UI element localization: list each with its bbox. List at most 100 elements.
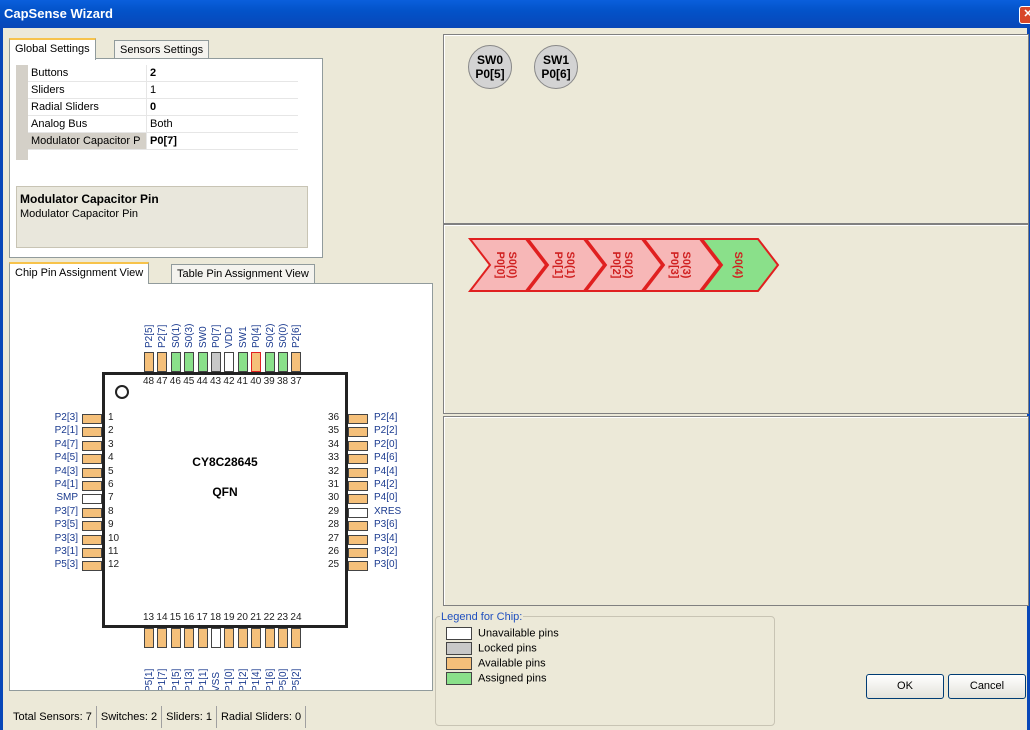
- chip-pin[interactable]: [144, 352, 154, 372]
- chip-pin[interactable]: [348, 494, 368, 505]
- chip-pin[interactable]: [348, 521, 368, 532]
- chip-pin[interactable]: [82, 454, 102, 465]
- chip-view-panel: CY8C28645 QFN 48 P2[5] 13 P5[1] 1 P2[3] 36 P2[4…: [9, 283, 433, 691]
- property-value[interactable]: 0: [146, 98, 298, 116]
- chip-pin[interactable]: [170, 352, 181, 372]
- pin-number: 33: [328, 452, 340, 464]
- pin-number: 41: [236, 376, 248, 387]
- property-value[interactable]: 1: [146, 81, 298, 99]
- chip-pin[interactable]: [348, 561, 368, 572]
- chip-pin[interactable]: [251, 352, 262, 372]
- property-row[interactable]: Modulator Capacitor P P0[7]: [28, 132, 298, 150]
- chip-pin[interactable]: [82, 561, 102, 572]
- chip-pin[interactable]: [264, 352, 275, 372]
- chip-pin[interactable]: [211, 628, 221, 648]
- pin-number: 14: [156, 612, 168, 623]
- pin-label: P4[1]: [54, 479, 78, 490]
- chip-name: CY8C28645: [192, 455, 258, 469]
- chip-pin[interactable]: [82, 534, 102, 545]
- status-bar: Total Sensors: 7 Switches: 2 Sliders: 1 Rad…: [9, 706, 307, 728]
- pin-number: 13: [143, 612, 155, 623]
- tab-chip-pin-view[interactable]: Chip Pin Assignment View: [9, 262, 150, 284]
- legend-title: Legend for Chip:: [440, 611, 524, 623]
- pin-number: 37: [290, 376, 302, 387]
- chip-pin[interactable]: [348, 467, 368, 478]
- tab-sensors-settings[interactable]: Sensors Settings: [114, 40, 210, 60]
- pin-number: 38: [277, 376, 289, 387]
- close-icon[interactable]: ✕: [1019, 6, 1030, 24]
- chip-pin[interactable]: [224, 352, 235, 372]
- chip-pin[interactable]: [82, 481, 102, 491]
- chip-pin[interactable]: [348, 454, 368, 465]
- pin-number: 39: [263, 376, 275, 387]
- chip-pin[interactable]: [348, 507, 368, 518]
- chip-pin[interactable]: [82, 427, 102, 438]
- chip-pin[interactable]: [237, 352, 248, 372]
- pin-label: P2[4]: [374, 412, 398, 423]
- chip-pin[interactable]: [82, 548, 102, 558]
- chip-pin[interactable]: [144, 628, 154, 648]
- chip-pin[interactable]: [348, 427, 368, 438]
- tab-table-pin-view[interactable]: Table Pin Assignment View: [171, 264, 315, 284]
- chip-pin[interactable]: [278, 628, 288, 648]
- pin-label: P4[4]: [374, 465, 398, 477]
- property-value[interactable]: Both: [146, 115, 298, 133]
- property-name: Radial Sliders: [28, 98, 147, 116]
- chip-body: CY8C28645 QFN: [102, 372, 348, 628]
- switch-sw1[interactable]: SW1 P0[6]: [534, 45, 578, 89]
- pin-number: 25: [328, 559, 340, 571]
- tab-global-settings[interactable]: Global Settings: [9, 38, 96, 60]
- chip-pin[interactable]: [278, 352, 288, 372]
- chip-pin[interactable]: [251, 628, 262, 648]
- chip-pin[interactable]: [170, 628, 181, 648]
- property-row[interactable]: Sliders 1: [28, 81, 298, 99]
- slider-segment-pin: P0[2]: [610, 252, 622, 279]
- chip-pin[interactable]: [348, 534, 368, 545]
- pin-label: P0[7]: [211, 324, 222, 348]
- assigned-swatch: [446, 672, 472, 685]
- chip-pin[interactable]: [157, 352, 168, 372]
- pin-label: S0(2): [264, 323, 276, 348]
- property-row[interactable]: Radial Sliders 0: [28, 98, 298, 116]
- chip-pin[interactable]: [264, 628, 275, 648]
- chip-pin[interactable]: [224, 628, 235, 648]
- chip-pin[interactable]: [82, 414, 102, 424]
- property-value[interactable]: 2: [146, 65, 298, 82]
- ok-button[interactable]: OK: [866, 674, 944, 699]
- property-row[interactable]: Analog Bus Both: [28, 115, 298, 133]
- pin-label: P1[6]: [264, 668, 276, 691]
- chip-pin[interactable]: [197, 352, 208, 372]
- chip-pin[interactable]: [82, 467, 102, 478]
- chip-pin[interactable]: [184, 352, 195, 372]
- pin-label: P5[1]: [144, 668, 155, 691]
- chip-pin[interactable]: [211, 352, 221, 372]
- pin-label: P2[7]: [157, 324, 169, 348]
- pin-number: 47: [156, 376, 168, 387]
- chip-pin[interactable]: [82, 440, 102, 451]
- chip-pin[interactable]: [291, 352, 302, 372]
- pin-number: 10: [108, 532, 120, 544]
- property-value[interactable]: P0[7]: [146, 132, 298, 150]
- available-swatch: [446, 657, 472, 670]
- pin-number: 4: [108, 452, 114, 464]
- global-settings-panel: Buttons 2 Sliders 1 Radial Sliders 0 Analog Bu…: [9, 58, 323, 258]
- chip-pin[interactable]: [82, 507, 102, 518]
- pin-label: P4[5]: [54, 452, 78, 464]
- chip-pin[interactable]: [82, 521, 102, 532]
- switch-sw0[interactable]: SW0 P0[5]: [468, 45, 512, 89]
- chip-pin[interactable]: [184, 628, 195, 648]
- chip-pin[interactable]: [197, 628, 208, 648]
- chip-pin[interactable]: [348, 481, 368, 491]
- chip-pin[interactable]: [348, 440, 368, 451]
- pin-label: P2[6]: [291, 324, 303, 348]
- property-row[interactable]: Buttons 2: [28, 65, 298, 82]
- chip-pin[interactable]: [348, 548, 368, 558]
- chip-pin[interactable]: [291, 628, 302, 648]
- chip-pin[interactable]: [157, 628, 168, 648]
- cancel-button[interactable]: Cancel: [948, 674, 1026, 699]
- pin-number: 35: [328, 425, 340, 437]
- chip-pin[interactable]: [348, 414, 368, 424]
- chip-pin[interactable]: [82, 494, 102, 505]
- chip-pin[interactable]: [237, 628, 248, 648]
- pin-label: P4[0]: [374, 492, 398, 504]
